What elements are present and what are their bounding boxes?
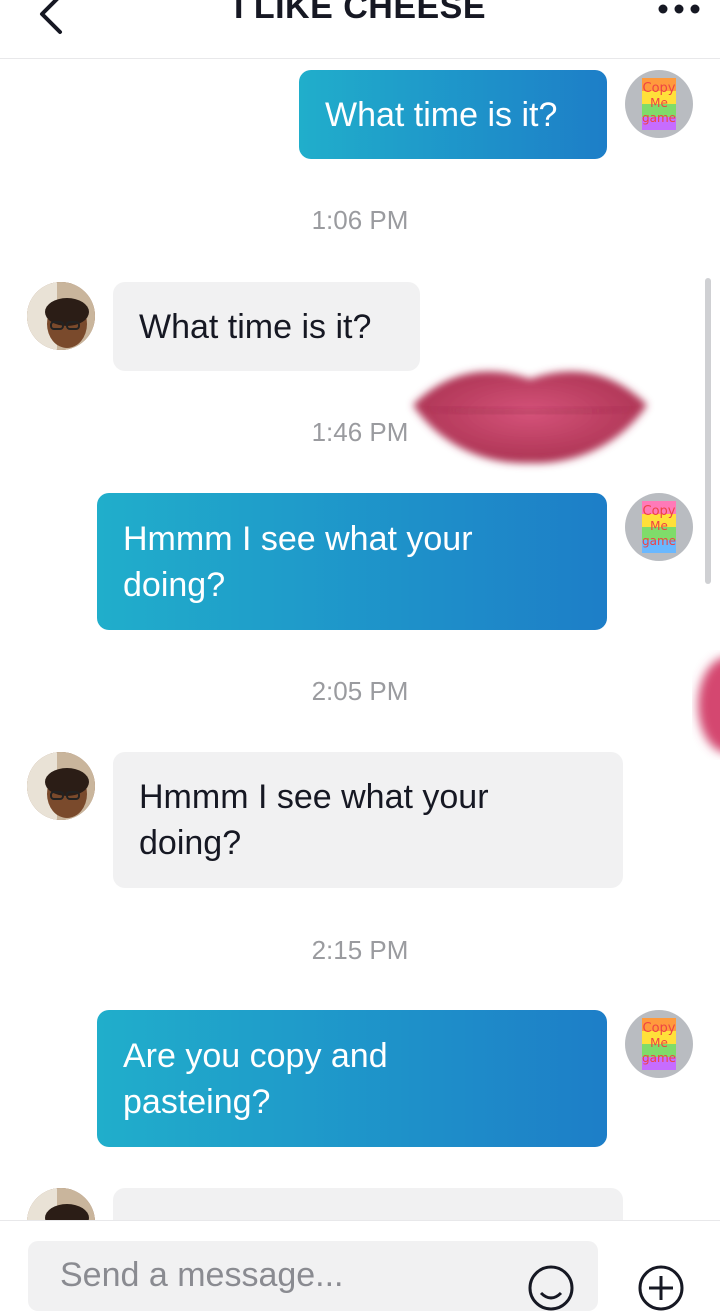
sent-message[interactable]: Hmmm I see what your doing? bbox=[97, 493, 607, 630]
own-avatar[interactable]: Copy Me game bbox=[625, 70, 693, 138]
message-composer[interactable] bbox=[28, 1241, 598, 1311]
more-horizontal-icon bbox=[658, 4, 700, 14]
avatar-text: Copy bbox=[643, 81, 676, 96]
received-message[interactable]: What time is it? bbox=[113, 282, 420, 371]
message-text: Hmmm I see what your doing? bbox=[123, 519, 473, 604]
message-text: Are you copy and pasteing? bbox=[123, 1036, 388, 1121]
svg-text:game: game bbox=[642, 1051, 676, 1065]
svg-text:Me: Me bbox=[650, 519, 668, 533]
message-composer-bar bbox=[0, 1220, 720, 1311]
svg-text:Copy: Copy bbox=[643, 504, 676, 519]
lips-sticker-partial bbox=[698, 658, 720, 752]
svg-text:Copy: Copy bbox=[643, 1021, 676, 1036]
message-input[interactable] bbox=[58, 1249, 522, 1301]
own-avatar[interactable]: Copy Me game bbox=[625, 1010, 693, 1078]
emoji-icon[interactable] bbox=[526, 1263, 576, 1313]
contact-avatar[interactable] bbox=[27, 282, 95, 350]
sent-message[interactable]: What time is it? bbox=[299, 70, 607, 159]
plus-circle-icon[interactable] bbox=[636, 1263, 686, 1313]
received-message[interactable]: Hmmm I see what your doing? bbox=[113, 752, 623, 888]
timestamp: 2:15 PM bbox=[311, 935, 409, 965]
svg-text:game: game bbox=[642, 534, 676, 548]
message-text: What time is it? bbox=[139, 307, 372, 346]
more-options-button[interactable] bbox=[656, 0, 702, 24]
chat-header: I LIKE CHEESE bbox=[0, 0, 720, 59]
message-text: What time is it? bbox=[325, 95, 558, 134]
message-text: Hmmm I see what your doing? bbox=[139, 778, 489, 862]
svg-text:Me: Me bbox=[650, 96, 668, 110]
conversation-title: I LIKE CHEESE bbox=[233, 0, 487, 26]
lips-sticker bbox=[413, 371, 647, 464]
timestamp: 2:05 PM bbox=[311, 676, 409, 706]
timestamp: 1:06 PM bbox=[311, 205, 409, 235]
contact-avatar[interactable] bbox=[27, 752, 95, 820]
scrollbar[interactable] bbox=[705, 278, 711, 584]
svg-text:Me: Me bbox=[650, 1036, 668, 1050]
own-avatar[interactable]: Copy Me game bbox=[625, 493, 693, 561]
svg-text:game: game bbox=[642, 111, 676, 125]
sent-message[interactable]: Are you copy and pasteing? bbox=[97, 1010, 607, 1147]
